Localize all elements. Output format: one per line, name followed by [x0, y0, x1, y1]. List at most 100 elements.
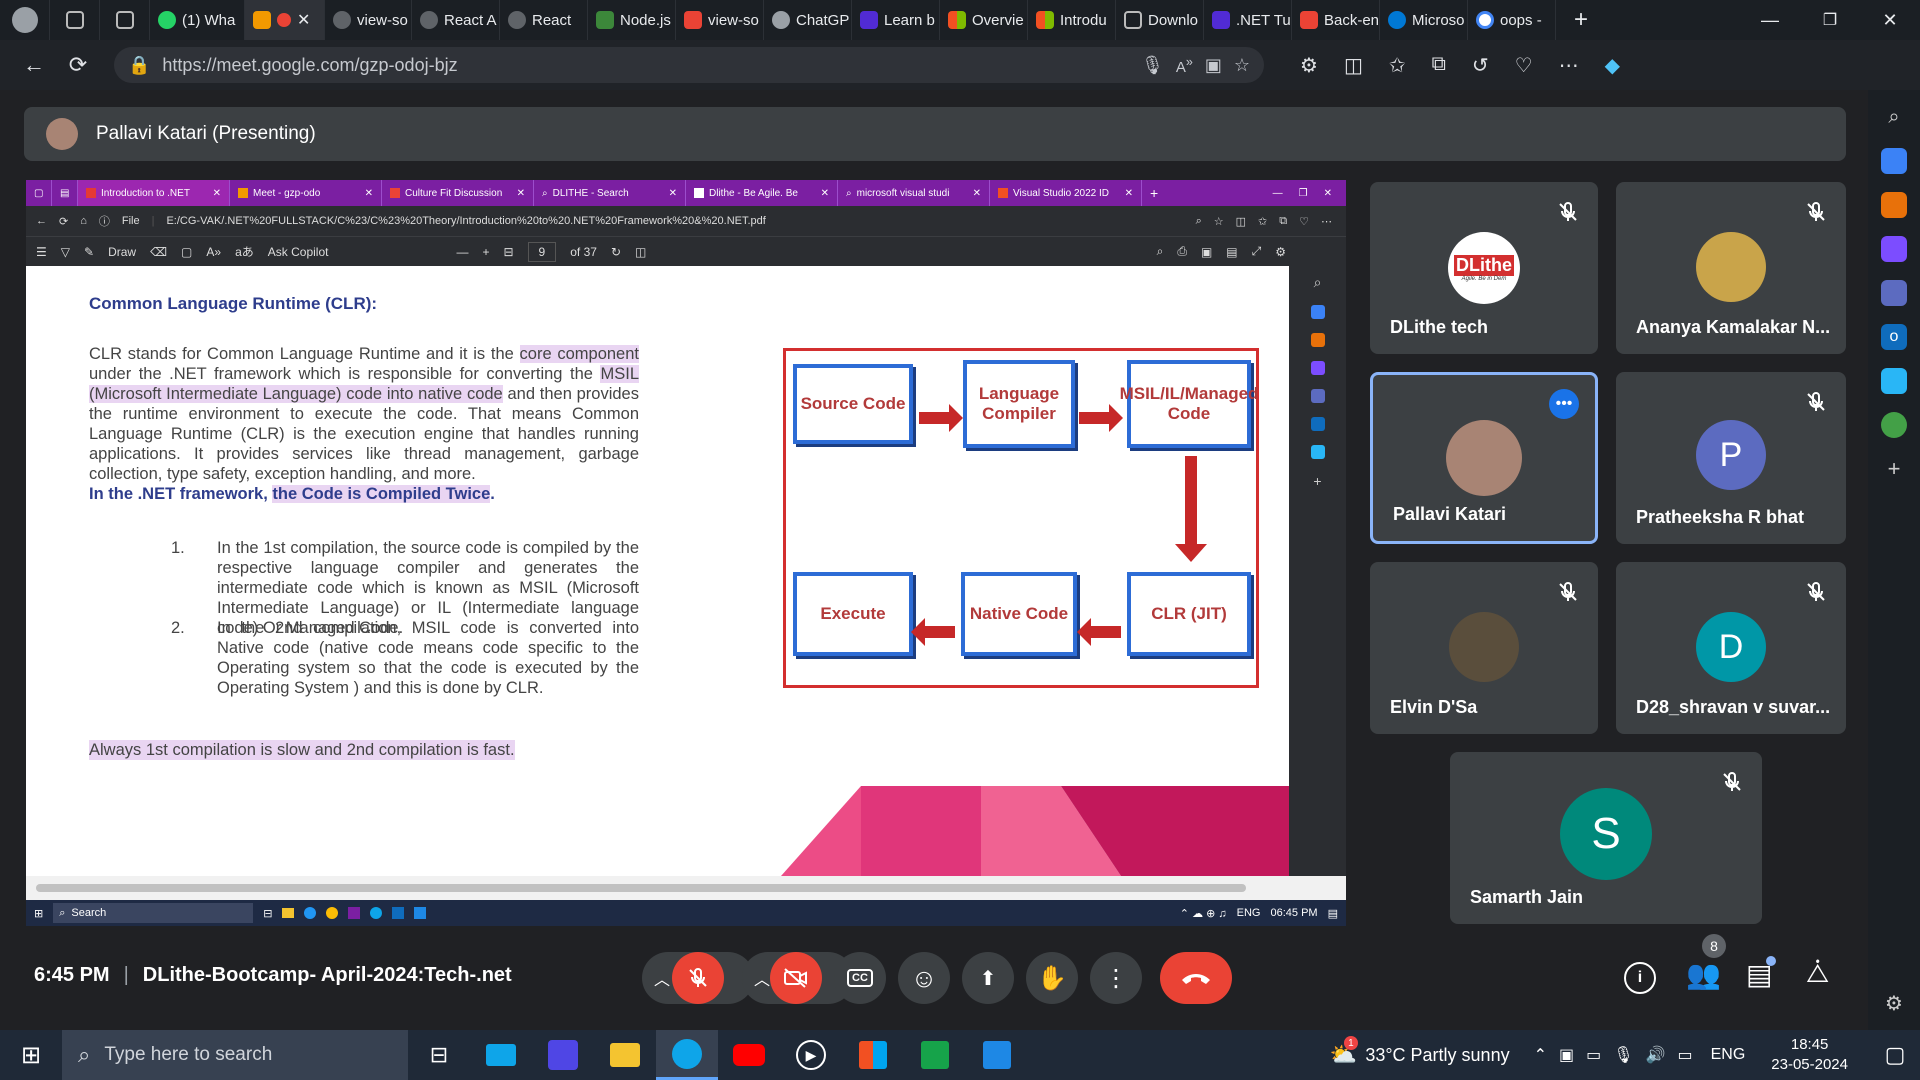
participant-tile[interactable]: P Pratheeksha R bhat — [1616, 372, 1846, 544]
tab-microsoft[interactable]: Microso — [1380, 0, 1468, 40]
youtube-button[interactable] — [718, 1030, 780, 1080]
tab-react[interactable]: React — [500, 0, 588, 40]
mic-toggle-button[interactable] — [672, 952, 724, 1004]
task-view-button[interactable]: ⊟ — [408, 1030, 470, 1080]
camera-toggle-button[interactable] — [770, 952, 822, 1004]
present-button[interactable]: ⬆ — [962, 952, 1014, 1004]
volume-icon[interactable]: 🔊 — [1646, 1045, 1666, 1065]
people-button[interactable]: 👥 — [1686, 958, 1721, 991]
games-icon[interactable] — [1881, 236, 1907, 262]
tab-oops[interactable]: oops - — [1468, 0, 1556, 40]
notifications-button[interactable]: ▢ — [1870, 1030, 1920, 1080]
captions-button[interactable]: CC — [834, 952, 886, 1004]
back-button[interactable]: ← — [12, 45, 56, 85]
read-aloud-icon[interactable]: A» — [1176, 55, 1193, 76]
participant-tile[interactable]: Ananya Kamalakar N... — [1616, 182, 1846, 354]
outlook-icon[interactable]: o — [1881, 324, 1907, 350]
raise-hand-button[interactable]: ✋ — [1026, 952, 1078, 1004]
more-options-icon[interactable]: ••• — [1549, 389, 1579, 419]
chatgpt-icon — [772, 11, 790, 29]
shopping-icon — [1310, 305, 1325, 319]
start-button[interactable]: ⊞ — [0, 1030, 62, 1080]
store-button[interactable] — [842, 1030, 904, 1080]
weather-widget[interactable]: ⛅ 1 33°C Partly sunny — [1330, 1036, 1510, 1068]
participant-tile[interactable]: Elvin D'Sa — [1370, 562, 1598, 734]
microphone-icon[interactable]: 🎙 — [1613, 1045, 1633, 1065]
workspaces-button[interactable] — [50, 0, 100, 40]
add-sidebar-icon[interactable]: + — [1881, 456, 1907, 482]
logo-text: DLithe — [1454, 254, 1514, 276]
participant-tile[interactable]: DLithe Agile. Be in Dem DLithe tech — [1370, 182, 1598, 354]
network-app-icon[interactable]: ▣ — [1559, 1045, 1574, 1065]
tab-dotnet-tutorial[interactable]: .NET Tu — [1204, 0, 1292, 40]
favorites-icon[interactable]: ✩ — [1389, 53, 1406, 78]
vscode-button[interactable] — [966, 1030, 1028, 1080]
copilot-icon[interactable]: ◆ — [1605, 53, 1620, 78]
app-available-icon[interactable]: ▣ — [1205, 55, 1222, 76]
performance-icon[interactable]: ♡ — [1515, 53, 1533, 78]
maximize-button[interactable]: ❐ — [1800, 0, 1860, 40]
tab-nodejs[interactable]: Node.js — [588, 0, 676, 40]
tab-view-source[interactable]: view-so — [325, 0, 412, 40]
media-player-button[interactable]: ▶ — [780, 1030, 842, 1080]
address-bar[interactable]: 🔒 https://meet.google.com/gzp-odoj-bjz 🎙… — [114, 47, 1264, 83]
taskbar-search-box[interactable]: ⌕ Type here to search — [62, 1030, 408, 1080]
search-icon: ⌕ — [542, 187, 548, 199]
tab-learn[interactable]: Learn b — [852, 0, 940, 40]
more-options-button[interactable]: ⋮ — [1090, 952, 1142, 1004]
language-indicator[interactable]: ENG — [1711, 1046, 1746, 1064]
profile-button[interactable] — [0, 0, 50, 40]
edge-button[interactable] — [656, 1030, 718, 1080]
search-icon[interactable]: ⌕ — [1881, 104, 1907, 130]
display-icon[interactable]: ▭ — [1677, 1045, 1692, 1065]
tab-backend[interactable]: Back-en — [1292, 0, 1380, 40]
copilot-sidebar-icon[interactable] — [1881, 280, 1907, 306]
tab-react-a[interactable]: React A — [412, 0, 500, 40]
app-button[interactable] — [532, 1030, 594, 1080]
refresh-button[interactable]: ⟳ — [56, 45, 100, 85]
minimize-button[interactable]: — — [1740, 0, 1800, 40]
microphone-icon[interactable]: 🎙 — [1141, 55, 1164, 76]
tab-actions-button[interactable] — [100, 0, 150, 40]
tab-introduction[interactable]: Introdu — [1028, 0, 1116, 40]
activities-button[interactable]: ⧊ — [1806, 958, 1829, 990]
tab-download[interactable]: Downlo — [1116, 0, 1204, 40]
clock[interactable]: 18:45 23-05-2024 — [1771, 1035, 1848, 1075]
shared-tab-label: Introduction to .NET — [101, 187, 190, 199]
pdf-scrollbar — [26, 876, 1346, 900]
chat-button[interactable]: ▤ — [1746, 956, 1777, 991]
participant-tile[interactable]: D D28_shravan v suvar... — [1616, 562, 1846, 734]
favorite-star-icon[interactable]: ☆ — [1234, 55, 1250, 76]
windows-taskbar: ⊞ ⌕ Type here to search ⊟ ▶ ⛅ 1 33°C Par… — [0, 1030, 1920, 1080]
settings-gear-icon[interactable]: ⚙ — [1881, 990, 1907, 1016]
file-explorer-button[interactable] — [594, 1030, 656, 1080]
tab-view-source-2[interactable]: view-so — [676, 0, 764, 40]
info-icon: ⓘ — [98, 216, 110, 228]
battery-icon[interactable]: ▭ — [1586, 1045, 1601, 1065]
show-hidden-icons-icon[interactable]: ⌃ — [1534, 1045, 1547, 1065]
close-window-button[interactable]: ✕ — [1860, 0, 1920, 40]
shopping-icon[interactable] — [1881, 148, 1907, 174]
profile-icon — [11, 7, 38, 33]
new-tab-button[interactable]: + — [1556, 0, 1606, 40]
tools-icon[interactable] — [1881, 192, 1907, 218]
send-icon[interactable] — [1881, 368, 1907, 394]
collections-icon[interactable]: ⧉ — [1432, 53, 1446, 78]
reactions-button[interactable]: ☺ — [898, 952, 950, 1004]
participant-tile[interactable]: S Samarth Jain — [1450, 752, 1762, 924]
close-tab-icon[interactable]: ✕ — [297, 10, 310, 30]
tab-chatgpt[interactable]: ChatGP — [764, 0, 852, 40]
leave-call-button[interactable] — [1160, 952, 1232, 1004]
history-icon[interactable]: ↺ — [1472, 53, 1489, 78]
tree-icon[interactable] — [1881, 412, 1907, 438]
image-app-button[interactable] — [904, 1030, 966, 1080]
meeting-details-info-icon[interactable]: i — [1624, 962, 1656, 994]
extensions-icon[interactable]: ⚙ — [1300, 53, 1318, 78]
tab-meet[interactable]: ✕ — [245, 0, 325, 40]
more-menu-icon[interactable]: ⋯ — [1559, 53, 1579, 78]
participant-tile-active-speaker[interactable]: ••• Pallavi Katari — [1370, 372, 1598, 544]
mail-button[interactable] — [470, 1030, 532, 1080]
tab-whatsapp[interactable]: (1) Wha — [150, 0, 245, 40]
tab-overview[interactable]: Overvie — [940, 0, 1028, 40]
split-screen-icon[interactable]: ◫ — [1344, 53, 1363, 78]
